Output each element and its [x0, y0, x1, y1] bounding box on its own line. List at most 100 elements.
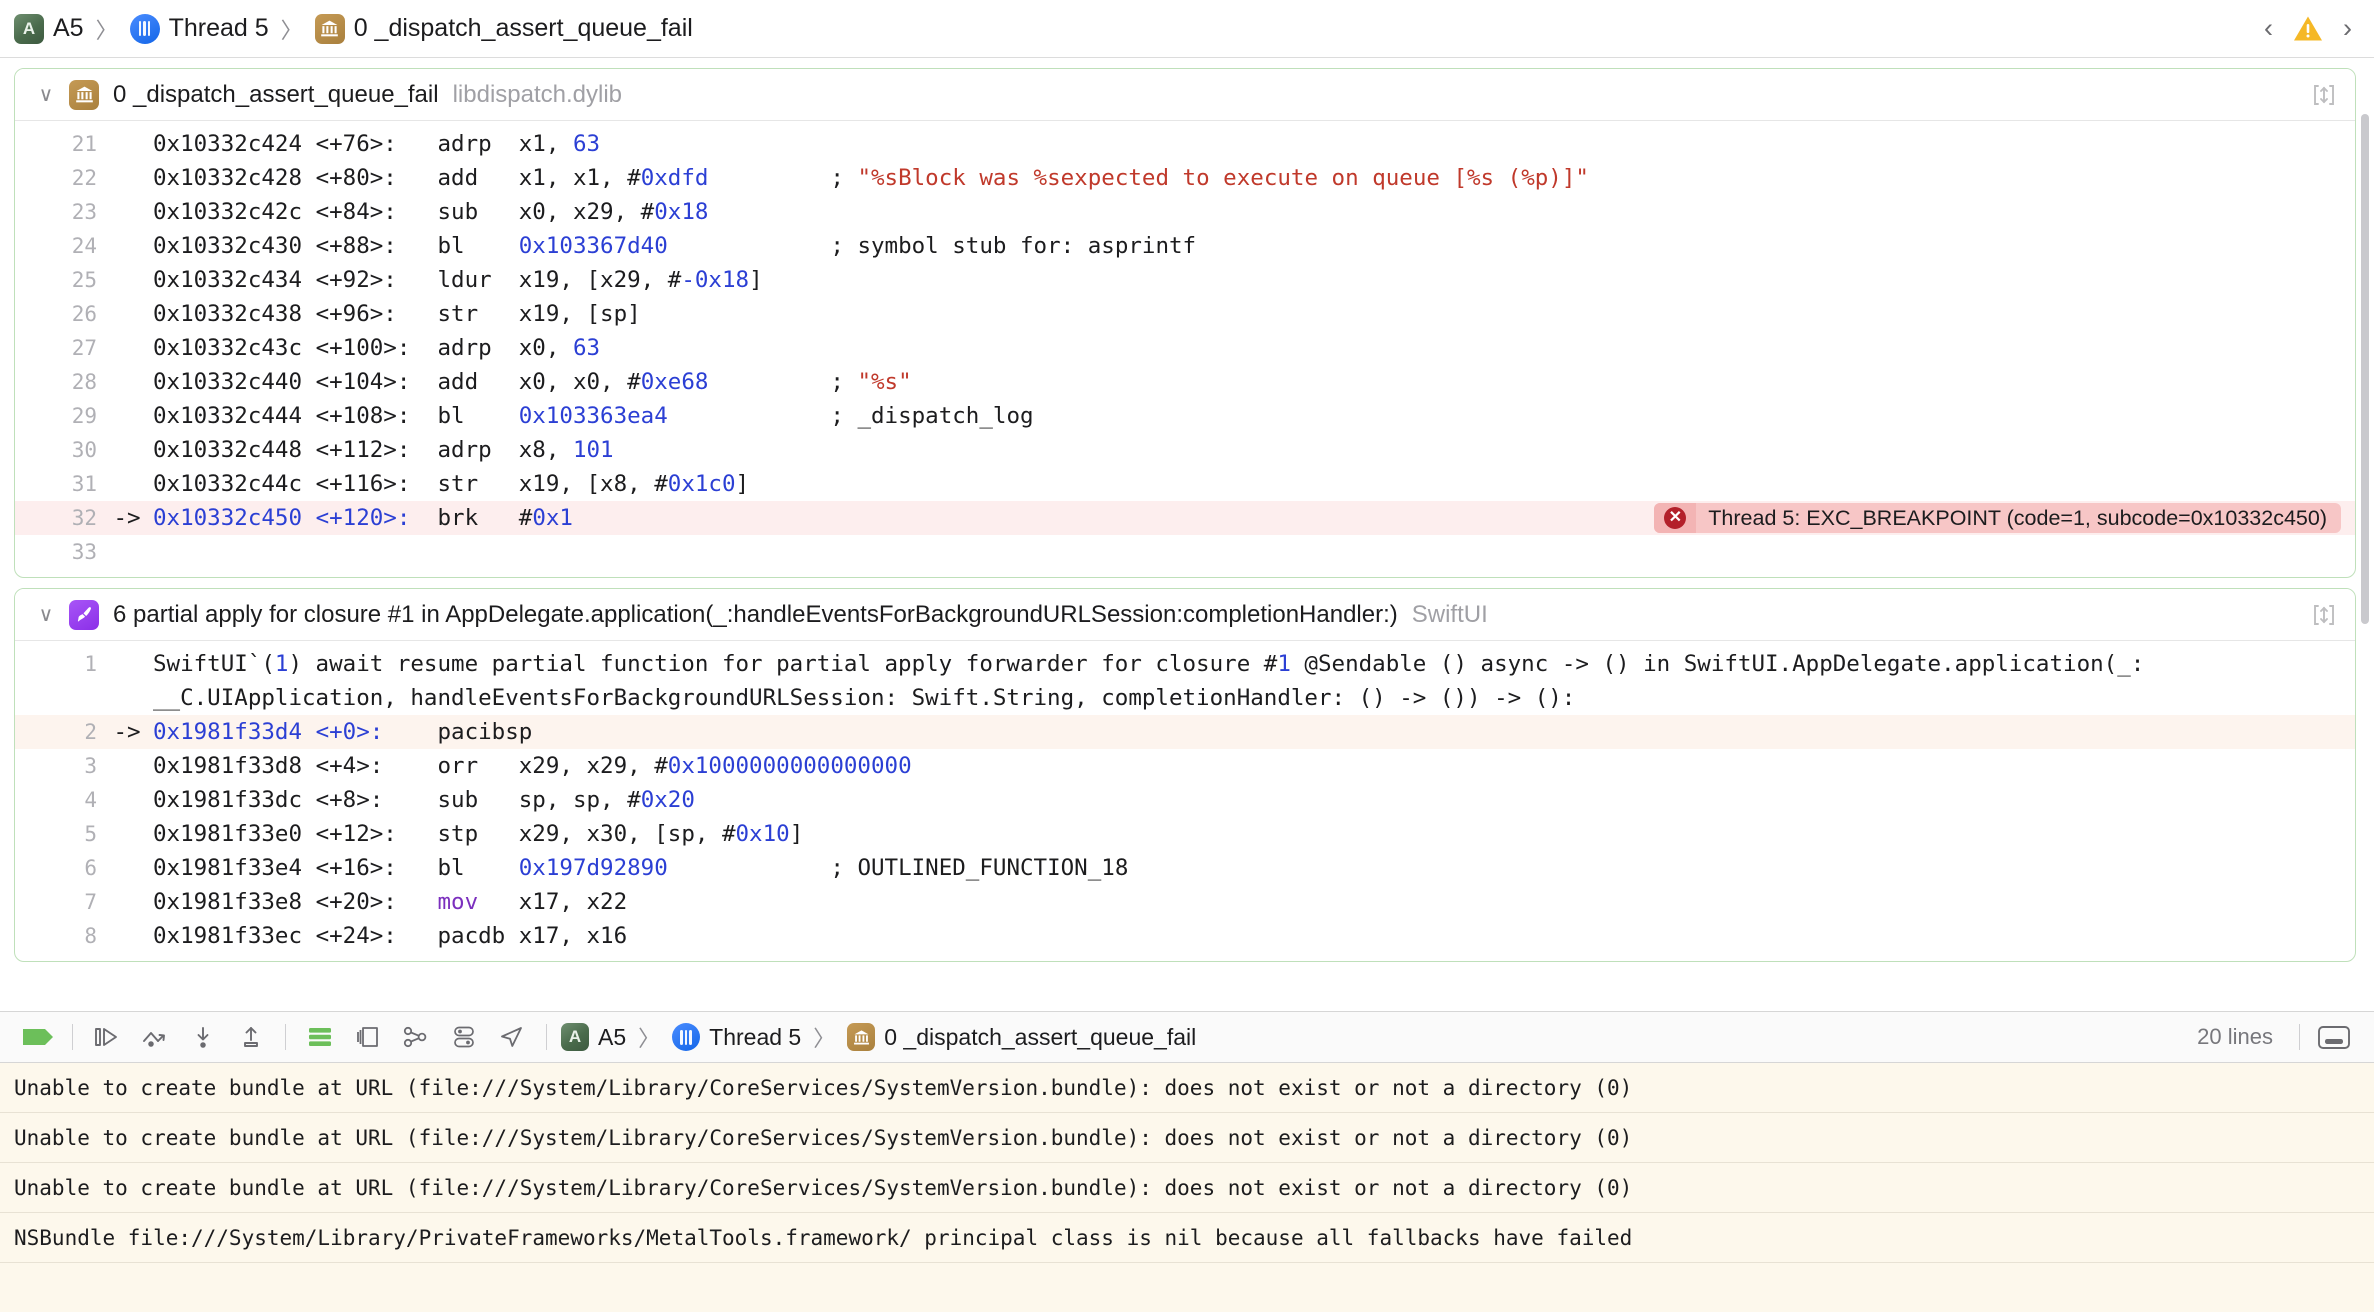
breadcrumb-item-3[interactable]: 0 _dispatch_assert_queue_fail: [847, 1023, 1196, 1051]
disassembly-text: 0x10332c434 <+92>: ldur x19, [x29, #-0x1…: [153, 267, 763, 293]
line-number: 27: [71, 336, 97, 360]
breadcrumb-separator: 〉: [280, 17, 303, 43]
line-number: 32: [71, 506, 97, 530]
disassembly-row[interactable]: 32 -> 0x10332c450 <+120>: brk #0x1 ✕ Thread …: [15, 501, 2355, 535]
breadcrumb-item-2[interactable]: Thread 5: [672, 1023, 801, 1051]
disassembly-row[interactable]: 24 0x10332c430 <+88>: bl 0x103367d40 ; sy…: [15, 229, 2355, 263]
expand-icon[interactable]: [2309, 80, 2339, 110]
disassembly-text: 0x1981f33ec <+24>: pacdb x17, x16: [153, 923, 628, 949]
memory-view-button[interactable]: [344, 1017, 392, 1057]
environment-overrides-button[interactable]: [440, 1017, 488, 1057]
disassembly-row[interactable]: 27 0x10332c43c <+100>: adrp x0, 63: [15, 331, 2355, 365]
disassembly-row[interactable]: 25 0x10332c434 <+92>: ldur x19, [x29, #-0…: [15, 263, 2355, 297]
disassembly-row[interactable]: 21 0x10332c424 <+76>: adrp x1, 63: [15, 127, 2355, 161]
disassembly-text: 0x1981f33d8 <+4>: orr x29, x29, #0x10000…: [153, 753, 912, 779]
disassembly-row[interactable]: 3 0x1981f33d8 <+4>: orr x29, x29, #0x1000…: [15, 749, 2355, 783]
breadcrumb-item-1[interactable]: A A5: [561, 1023, 626, 1051]
disassembly-text: 0x10332c424 <+76>: adrp x1, 63: [153, 131, 601, 157]
disassembly-text: 0x10332c438 <+96>: str x19, [sp]: [153, 301, 641, 327]
symbol-name-text: SwiftUI`(1) await resume partial functio…: [153, 651, 2158, 711]
disclosure-chevron-icon[interactable]: ∨: [37, 602, 55, 627]
breadcrumb-item-3[interactable]: 0 _dispatch_assert_queue_fail: [314, 13, 693, 44]
stack-frame-6-header[interactable]: ∨ 6 partial apply for closure #1 in AppD…: [15, 589, 2355, 641]
error-badge[interactable]: ✕ Thread 5: EXC_BREAKPOINT (code=1, subco…: [1654, 503, 2341, 533]
stack-frame-0-code[interactable]: 21 0x10332c424 <+76>: adrp x1, 63 22 0x1033…: [15, 121, 2355, 577]
disassembly-text: 0x10332c448 <+112>: adrp x8, 101: [153, 437, 614, 463]
disassembly-row[interactable]: 29 0x10332c444 <+108>: bl 0x103363ea4 ; _…: [15, 399, 2355, 433]
previous-issue-button[interactable]: ‹: [2264, 15, 2273, 42]
divider: [72, 1024, 73, 1050]
simulate-location-button[interactable]: [488, 1017, 536, 1057]
stack-frame-0-module: libdispatch.dylib: [452, 80, 623, 108]
warning-triangle-icon[interactable]: [2293, 15, 2323, 42]
disassembly-row[interactable]: 23 0x10332c42c <+84>: sub x0, x29, #0x18: [15, 195, 2355, 229]
thread-icon: [672, 1023, 701, 1051]
line-number: 22: [71, 166, 97, 190]
next-issue-button[interactable]: ›: [2343, 15, 2352, 42]
step-over-button[interactable]: [131, 1017, 179, 1057]
disclosure-chevron-icon[interactable]: ∨: [37, 82, 55, 107]
console-output[interactable]: Unable to create bundle at URL (file:///…: [0, 1063, 2374, 1312]
disassembly-row[interactable]: 22 0x10332c428 <+80>: add x1, x1, #0xdfd …: [15, 161, 2355, 195]
breakpoint-toggle-button[interactable]: [14, 1017, 62, 1057]
line-number: 33: [71, 540, 97, 564]
disassembly-row[interactable]: 4 0x1981f33dc <+8>: sub sp, sp, #0x20: [15, 783, 2355, 817]
breadcrumb-item-label: Thread 5: [709, 1023, 802, 1050]
line-number: 4: [84, 788, 97, 812]
step-into-button[interactable]: [179, 1017, 227, 1057]
view-hierarchy-button[interactable]: [392, 1017, 440, 1057]
debug-toolbar: A A5 〉 Thread 5 〉 0 _dispatch_assert_queue_fa…: [0, 1011, 2374, 1063]
disassembly-row[interactable]: 5 0x1981f33e0 <+12>: stp x29, x30, [sp, #…: [15, 817, 2355, 851]
disassembly-text: 0x1981f33e4 <+16>: bl 0x197d92890 ; OUTL…: [153, 855, 1129, 881]
disassembly-text: 0x10332c42c <+84>: sub x0, x29, #0x18: [153, 199, 709, 225]
line-number: 29: [71, 404, 97, 428]
disassembly-row[interactable]: 33: [15, 535, 2355, 569]
breadcrumb-item-2[interactable]: Thread 5: [129, 13, 269, 44]
expand-icon[interactable]: [2309, 600, 2339, 630]
breadcrumb-separator: 〉: [638, 1026, 661, 1051]
debug-breadcrumb: A A5 〉 Thread 5 〉 0 _dispatch_assert_queue_fa…: [561, 1021, 1196, 1053]
console-line-count: 20 lines: [2197, 1024, 2273, 1049]
line-number: 25: [71, 268, 97, 292]
console-line: Unable to create bundle at URL (file:///…: [0, 1163, 2374, 1213]
console-panel-icon[interactable]: [2310, 1017, 2358, 1057]
disassembly-text: 0x10332c430 <+88>: bl 0x103367d40 ; symb…: [153, 233, 1197, 259]
disassembly-row[interactable]: 7 0x1981f33e8 <+20>: mov x17, x22: [15, 885, 2355, 919]
disassembly-row[interactable]: 30 0x10332c448 <+112>: adrp x8, 101: [15, 433, 2355, 467]
disassembly-text: 0x1981f33e8 <+20>: mov x17, x22: [153, 889, 628, 915]
stack-frame-6-code[interactable]: 1 SwiftUI`(1) await resume partial functi…: [15, 641, 2355, 961]
line-number: 7: [84, 890, 97, 914]
navigation-controls: ‹ ›: [2264, 15, 2352, 42]
step-out-button[interactable]: [227, 1017, 275, 1057]
library-frame-icon: [69, 79, 99, 110]
disassembly-row[interactable]: 8 0x1981f33ec <+24>: pacdb x17, x16: [15, 919, 2355, 953]
stack-frame-6: ∨ 6 partial apply for closure #1 in AppD…: [14, 588, 2356, 962]
disassembly-scroll-area[interactable]: ∨ 0 _dispatch_assert_queue_fail libdispa…: [0, 58, 2374, 1011]
line-number: 23: [71, 200, 97, 224]
divider: [546, 1024, 547, 1050]
console-line: Unable to create bundle at URL (file:///…: [0, 1063, 2374, 1113]
breadcrumb-separator: 〉: [95, 17, 118, 43]
divider: [2299, 1024, 2300, 1050]
breadcrumb-item-label: 0 _dispatch_assert_queue_fail: [884, 1023, 1197, 1050]
breadcrumb-item-label: A5: [598, 1023, 627, 1050]
line-number: 5: [84, 822, 97, 846]
swiftui-frame-icon: [69, 599, 99, 630]
stack-frame-0-header[interactable]: ∨ 0 _dispatch_assert_queue_fail libdispa…: [15, 69, 2355, 121]
breadcrumb-item-1[interactable]: A A5: [14, 13, 84, 44]
scheme-icon: A: [14, 13, 44, 44]
error-circle-icon: ✕: [1654, 503, 1697, 533]
line-number: 1: [84, 652, 97, 676]
current-line-arrow: ->: [113, 505, 141, 531]
disassembly-row[interactable]: 26 0x10332c438 <+96>: str x19, [sp]: [15, 297, 2355, 331]
disassembly-row[interactable]: 2 -> 0x1981f33d4 <+0>: pacibsp: [15, 715, 2355, 749]
disassembly-row[interactable]: 6 0x1981f33e4 <+16>: bl 0x197d92890 ; OUT…: [15, 851, 2355, 885]
disassembly-text: 0x1981f33e0 <+12>: stp x29, x30, [sp, #0…: [153, 821, 804, 847]
continue-button[interactable]: [83, 1017, 131, 1057]
vertical-scrollbar[interactable]: [2361, 114, 2369, 624]
breadcrumb-item-label: A5: [53, 14, 84, 42]
disassembly-row[interactable]: 28 0x10332c440 <+104>: add x0, x0, #0xe68…: [15, 365, 2355, 399]
line-number: 30: [71, 438, 97, 462]
stack-view-button[interactable]: [296, 1017, 344, 1057]
disassembly-row[interactable]: 31 0x10332c44c <+116>: str x19, [x8, #0x1…: [15, 467, 2355, 501]
